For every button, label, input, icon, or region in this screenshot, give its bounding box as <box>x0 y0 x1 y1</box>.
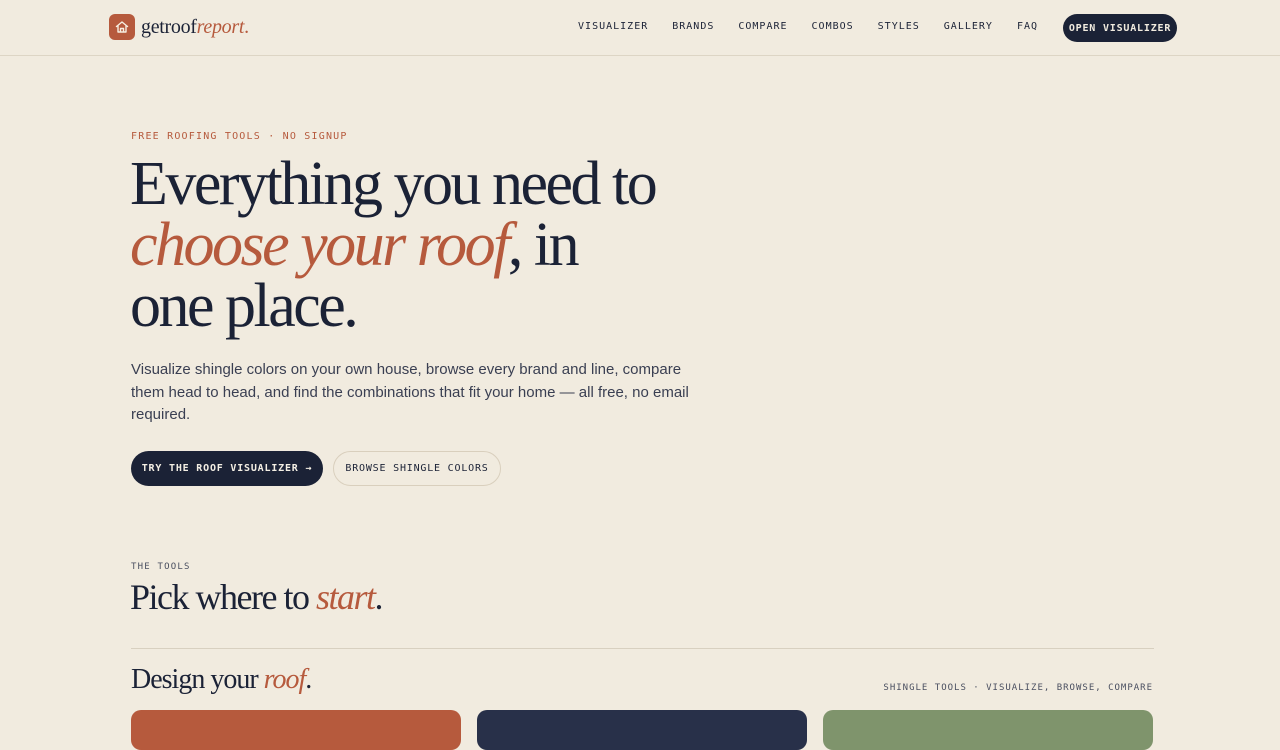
home-icon <box>109 14 135 40</box>
main-nav: VISUALIZER BRANDS COMPARE COMBOS STYLES … <box>554 21 1038 32</box>
try-visualizer-button[interactable]: TRY THE ROOF VISUALIZER → <box>131 451 323 486</box>
hero-title-after-accent: , in <box>507 211 580 279</box>
tools-eyebrow: THE TOOLS <box>131 562 191 572</box>
nav-item-brands[interactable]: BRANDS <box>672 21 714 32</box>
open-visualizer-button[interactable]: OPEN VISUALIZER <box>1063 14 1177 42</box>
nav-item-combos[interactable]: COMBOS <box>812 21 854 32</box>
hero-title: Everything you need to choose your roof,… <box>130 153 730 340</box>
tools-title-accent: start <box>315 577 376 617</box>
site-header: getroofreport. VISUALIZER BRANDS COMPARE… <box>0 0 1280 56</box>
logo-dot: . <box>244 15 250 38</box>
hero-eyebrow: FREE ROOFING TOOLS · NO SIGNUP <box>131 131 348 142</box>
tools-title-main: Pick where to <box>130 577 316 617</box>
site-logo[interactable]: getroofreport. <box>109 14 249 40</box>
hero-title-line1: Everything you need to <box>130 150 658 218</box>
design-group-caption: SHINGLE TOOLS · VISUALIZE, BROWSE, COMPA… <box>883 683 1153 693</box>
nav-item-faq[interactable]: FAQ <box>1017 21 1038 32</box>
tools-title: Pick where to start. <box>130 576 383 618</box>
tools-title-end: . <box>374 577 383 617</box>
nav-item-visualizer[interactable]: VISUALIZER <box>578 21 648 32</box>
hero-title-line3: one place. <box>130 272 359 340</box>
nav-item-gallery[interactable]: GALLERY <box>944 21 993 32</box>
tool-card-compare[interactable] <box>823 710 1153 750</box>
nav-item-compare[interactable]: COMPARE <box>738 21 787 32</box>
design-group-title-end: . <box>305 664 312 695</box>
tool-card-browse[interactable] <box>477 710 807 750</box>
hero-title-accent: choose your roof <box>130 211 510 279</box>
nav-item-styles[interactable]: STYLES <box>878 21 920 32</box>
browse-shingle-colors-button[interactable]: BROWSE SHINGLE COLORS <box>333 451 501 486</box>
logo-wordmark: getroofreport <box>141 16 244 39</box>
tool-card-visualize[interactable] <box>131 710 461 750</box>
design-group-title-main: Design your <box>131 664 264 695</box>
hero-description: Visualize shingle colors on your own hou… <box>131 361 689 423</box>
logo-main: getroof <box>141 15 197 38</box>
design-group-title-accent: roof <box>263 664 307 695</box>
section-divider <box>131 648 1154 649</box>
design-group-title: Design your roof. <box>131 664 312 696</box>
logo-accent: report <box>196 15 245 38</box>
